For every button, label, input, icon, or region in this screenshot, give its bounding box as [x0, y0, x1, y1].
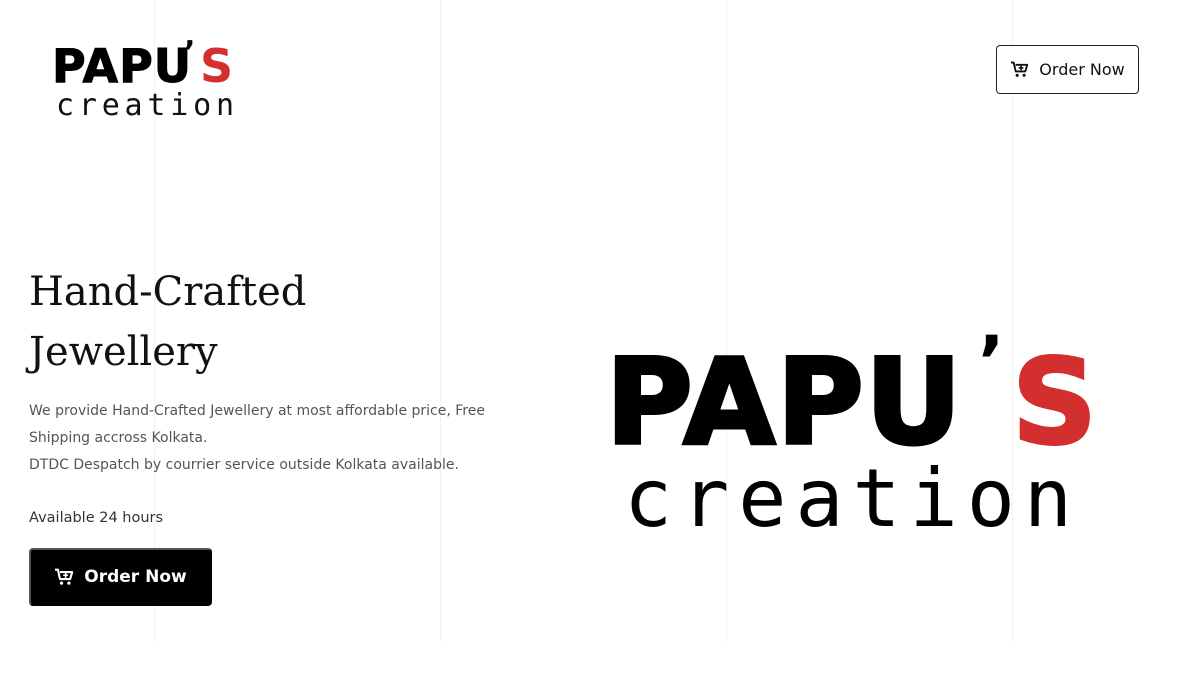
hero-title-line2: Jewellery: [29, 329, 218, 375]
logo-s-text: S: [200, 39, 233, 93]
hero-brand-logo: PAPU ’ S creation: [598, 321, 1103, 545]
header-logo[interactable]: PAPU ’ S creation: [50, 32, 250, 123]
hero-order-now-label: Order Now: [84, 567, 187, 587]
logo-papu-text: PAPU: [52, 39, 192, 93]
logo-tagline: creation: [56, 88, 234, 122]
hero-title-line1: Hand-Crafted: [29, 269, 307, 315]
logo-mark: PAPU ’ S creation: [604, 321, 1099, 545]
logo-apostrophe: ’: [978, 328, 1005, 403]
hero-title: Hand-Crafted Jewellery: [29, 262, 459, 382]
header-order-now-button[interactable]: Order Now: [996, 45, 1139, 94]
guide-line: [726, 0, 727, 642]
guide-line: [1012, 0, 1013, 642]
cart-icon: [1010, 61, 1029, 78]
hero-description: We provide Hand-Crafted Jewellery at mos…: [29, 398, 499, 479]
hero-order-now-button[interactable]: Order Now: [29, 548, 212, 606]
availability-text: Available 24 hours: [29, 510, 164, 526]
hero-description-line2: DTDC Despatch by courrier service outsid…: [29, 457, 459, 473]
logo-mark: PAPU ’ S creation: [52, 35, 235, 123]
header-order-now-label: Order Now: [1039, 60, 1125, 79]
logo-papu-text: PAPU: [606, 333, 963, 471]
cart-icon: [54, 568, 74, 586]
hero-description-line1: We provide Hand-Crafted Jewellery at mos…: [29, 403, 485, 446]
logo-apostrophe: ’: [184, 35, 195, 70]
logo-s-text: S: [1012, 333, 1097, 471]
